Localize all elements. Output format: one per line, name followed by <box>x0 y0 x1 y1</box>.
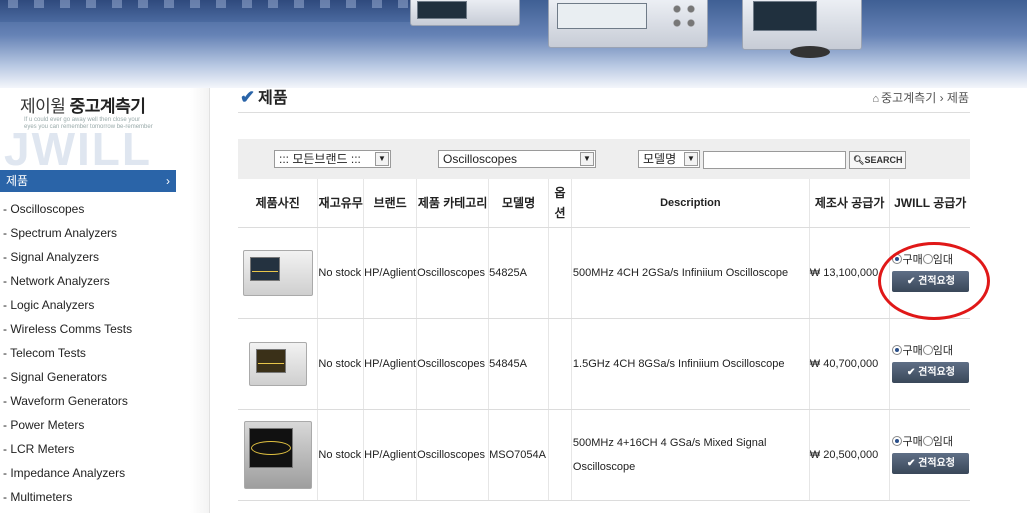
brand-cell: HP/Aglient <box>363 409 418 501</box>
purchase-type-group: 구매 임대 <box>890 435 970 449</box>
sidebar-item-logic-analyzers[interactable]: - Logic Analyzers <box>0 296 132 320</box>
column-header-brand: 브랜드 <box>363 179 418 228</box>
description-cell[interactable]: 500MHz 4+16CH 4 GSa/s Mixed Signal Oscil… <box>571 409 810 501</box>
brand-cell: HP/Aglient <box>363 318 418 410</box>
instrument-image <box>790 46 830 58</box>
list-price-cell: ₩ 20,500,000 <box>809 409 891 501</box>
logo-watermark: JWILL <box>4 123 152 175</box>
product-photo[interactable] <box>238 318 319 410</box>
rent-radio[interactable] <box>922 436 933 446</box>
breadcrumb-item[interactable]: 제품 <box>947 91 969 105</box>
sidebar-item-spectrum-analyzers[interactable]: - Spectrum Analyzers <box>0 224 132 248</box>
stock-cell: No stock <box>317 227 365 319</box>
brand-cell: HP/Aglient <box>363 227 418 319</box>
chevron-down-icon: ▼ <box>580 152 594 166</box>
sidebar-item-oscilloscopes[interactable]: - Oscilloscopes <box>0 200 132 224</box>
rent-radio[interactable] <box>922 345 933 355</box>
breadcrumb-item[interactable]: 중고계측기 <box>881 91 936 105</box>
sidebar-category-header[interactable]: 제품 › <box>0 170 176 192</box>
header-banner <box>0 0 1027 88</box>
chevron-down-icon: ▼ <box>684 152 698 166</box>
description-cell[interactable]: 1.5GHz 4CH 8GSa/s Infiniium Oscilloscope <box>571 318 810 410</box>
search-button[interactable]: 🔍︎SEARCH <box>849 151 907 169</box>
table-row: No stock HP/Aglient Oscilloscopes 54845A… <box>238 318 970 410</box>
description-cell[interactable]: 500MHz 4CH 2GSa/s Infiniium Oscilloscope <box>571 227 810 319</box>
sidebar-item-signal-analyzers[interactable]: - Signal Analyzers <box>0 248 132 272</box>
purchase-type-group: 구매 임대 <box>890 344 970 358</box>
quote-request-button[interactable]: ✔ 견적요청 <box>892 453 970 474</box>
brand-select[interactable]: ::: 모든브랜드 ::: ▼ <box>274 150 391 168</box>
column-header-category: 제품 카테고리 <box>416 179 490 228</box>
sidebar-item-waveform-generators[interactable]: - Waveform Generators <box>0 392 132 416</box>
banner-stripe <box>0 0 420 22</box>
sidebar-item-multimeters[interactable]: - Multimeters <box>0 488 132 512</box>
product-photo[interactable] <box>238 409 319 501</box>
checkmark-icon: ✔ <box>240 87 256 107</box>
sidebar-item-power-meters[interactable]: - Power Meters <box>0 416 132 440</box>
chevron-down-icon: ▼ <box>375 152 389 166</box>
model-cell[interactable]: 54845A <box>488 318 550 410</box>
column-header-jwill-price: JWILL 공급가 <box>889 179 970 228</box>
buy-radio[interactable] <box>892 345 903 355</box>
table-row: No stock HP/Aglient Oscilloscopes MSO705… <box>238 409 970 501</box>
breadcrumb: ⌂ 중고계측기 › 제품 <box>872 91 969 105</box>
category-cell: Oscilloscopes <box>416 409 490 501</box>
column-header-description: Description <box>571 179 810 228</box>
instrument-image <box>410 0 520 26</box>
page-title: ✔ 제품 <box>240 87 288 107</box>
checkmark-icon: ✔ <box>906 367 919 378</box>
sidebar-item-lcr-meters[interactable]: - LCR Meters <box>0 440 132 464</box>
column-header-photo: 제품사진 <box>238 179 319 228</box>
quote-request-button[interactable]: ✔ 견적요청 <box>892 362 970 383</box>
category-select[interactable]: Oscilloscopes ▼ <box>438 150 596 168</box>
jwill-price-cell: 구매 임대 ✔ 견적요청 <box>889 409 970 501</box>
instrument-image <box>548 0 708 48</box>
column-header-model: 모델명 <box>488 179 550 228</box>
option-cell <box>548 318 572 410</box>
search-field-select[interactable]: 모델명 ▼ <box>638 150 700 168</box>
product-photo[interactable] <box>238 227 319 319</box>
buy-radio[interactable] <box>892 436 903 446</box>
list-price-cell: ₩ 13,100,000 <box>809 227 891 319</box>
stock-cell: No stock <box>317 409 365 501</box>
jwill-price-cell: 구매 임대 ✔ 견적요청 <box>889 318 970 410</box>
sidebar-item-signal-generators[interactable]: - Signal Generators <box>0 368 132 392</box>
sidebar-item-network-analyzers[interactable]: - Network Analyzers <box>0 272 132 296</box>
option-cell <box>548 227 572 319</box>
sidebar-item-wireless-comms-tests[interactable]: - Wireless Comms Tests <box>0 320 132 344</box>
home-icon[interactable]: ⌂ <box>872 93 879 105</box>
highlight-annotation-circle <box>878 242 990 320</box>
column-header-list-price: 제조사 공급가 <box>809 179 891 228</box>
search-input[interactable] <box>703 151 846 169</box>
column-header-option: 옵션 <box>548 179 572 228</box>
site-logo-title[interactable]: 제이윌 중고계측기 <box>20 92 146 117</box>
sidebar-category-list: - Oscilloscopes - Spectrum Analyzers - S… <box>0 200 132 512</box>
column-header-stock: 재고유무 <box>317 179 365 228</box>
stock-cell: No stock <box>317 318 365 410</box>
table-row: No stock HP/Aglient Oscilloscopes 54825A… <box>238 227 970 319</box>
option-cell <box>548 409 572 501</box>
search-icon: 🔍︎ <box>853 155 865 165</box>
list-price-cell: ₩ 40,700,000 <box>809 318 891 410</box>
category-cell: Oscilloscopes <box>416 318 490 410</box>
table-header-row: 제품사진 재고유무 브랜드 제품 카테고리 모델명 옵션 Description… <box>238 179 970 228</box>
model-cell[interactable]: MSO7054A <box>488 409 550 501</box>
instrument-image <box>742 0 862 50</box>
category-cell: Oscilloscopes <box>416 227 490 319</box>
product-table: 제품사진 재고유무 브랜드 제품 카테고리 모델명 옵션 Description… <box>238 179 970 501</box>
model-cell[interactable]: 54825A <box>488 227 550 319</box>
filter-bar: ::: 모든브랜드 ::: ▼ Oscilloscopes ▼ 모델명 ▼ 🔍︎SEA… <box>238 139 970 179</box>
chevron-right-icon: › <box>166 174 170 188</box>
divider <box>238 112 970 113</box>
sidebar-item-telecom-tests[interactable]: - Telecom Tests <box>0 344 132 368</box>
sidebar-item-impedance-analyzers[interactable]: - Impedance Analyzers <box>0 464 132 488</box>
checkmark-icon: ✔ <box>906 458 919 469</box>
